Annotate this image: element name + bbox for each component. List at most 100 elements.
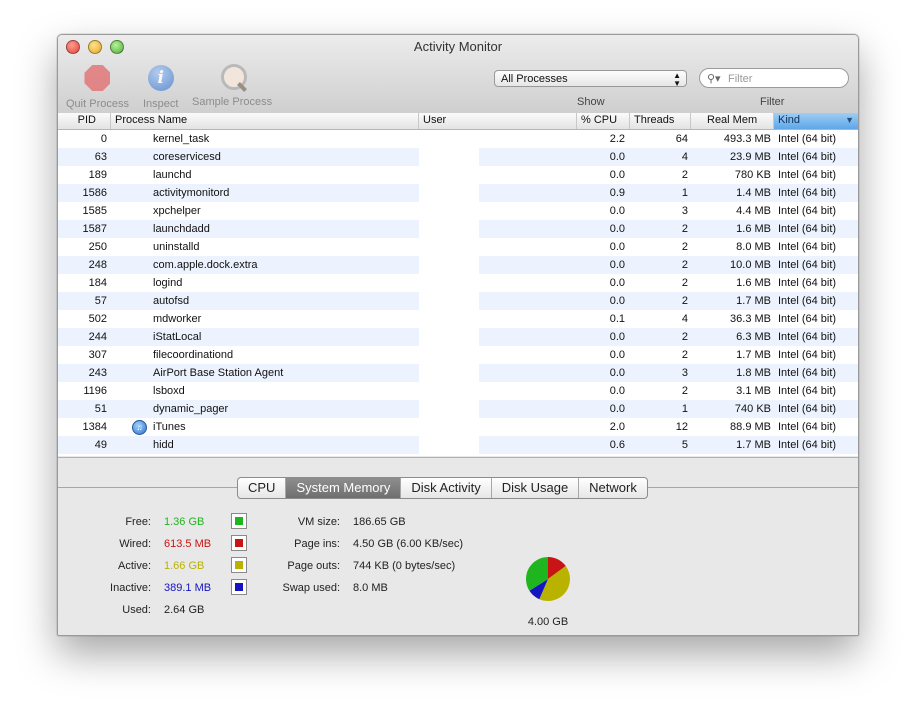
cell-cpu: 0.0: [609, 151, 625, 163]
magnifier-icon: [217, 63, 248, 93]
cell-threads: 12: [675, 421, 688, 433]
cell-user: [423, 292, 573, 310]
show-processes-value: All Processes: [501, 73, 568, 85]
cell-pid: 1587: [82, 223, 107, 235]
process-row[interactable]: 1586 activitymonitord 0.9 1 1.4 MB Intel (64 …: [58, 184, 858, 202]
process-row[interactable]: 1196 lsboxd 0.0 2 3.1 MB Intel (64 bit): [58, 382, 858, 400]
inspect-label: Inspect: [143, 98, 179, 110]
cell-kind: Intel (64 bit): [778, 259, 837, 271]
process-row[interactable]: 57 autofsd 0.0 2 1.7 MB Intel (64 bit): [58, 292, 858, 310]
cell-threads: 2: [681, 169, 688, 181]
column-header-threads[interactable]: Threads: [630, 113, 691, 129]
itunes-icon: ♫: [132, 420, 147, 435]
column-header-cpu[interactable]: % CPU: [577, 113, 630, 129]
tab-disk-activity[interactable]: Disk Activity: [401, 478, 492, 498]
free-label: Free:: [125, 516, 151, 528]
cell-name: iTunes: [153, 421, 186, 433]
column-header-kind[interactable]: Kind ▼: [774, 113, 858, 129]
process-row[interactable]: 502 mdworker 0.1 4 36.3 MB Intel (64 bit): [58, 310, 858, 328]
cell-mem: 1.4 MB: [736, 187, 771, 199]
cell-name: logind: [153, 277, 183, 289]
process-row[interactable]: 243 AirPort Base Station Agent 0.0 3 1.8 MB I…: [58, 364, 858, 382]
cell-name: filecoordinationd: [153, 349, 234, 361]
process-row[interactable]: 0 kernel_task 2.2 64 493.3 MB Intel (64 bit): [58, 130, 858, 148]
detail-tabs: CPU System Memory Disk Activity Disk Usage N…: [237, 477, 648, 499]
active-label: Active:: [117, 560, 151, 572]
cell-kind: Intel (64 bit): [778, 169, 837, 181]
cell-mem: 1.7 MB: [736, 439, 771, 451]
cell-threads: 2: [681, 223, 688, 235]
cell-mem: 3.1 MB: [736, 385, 771, 397]
cell-pid: 189: [88, 169, 107, 181]
cell-user: [423, 166, 573, 184]
process-row[interactable]: 184 logind 0.0 2 1.6 MB Intel (64 bit): [58, 274, 858, 292]
cell-user: [423, 256, 573, 274]
tab-network[interactable]: Network: [579, 478, 647, 498]
tab-disk-usage[interactable]: Disk Usage: [492, 478, 580, 498]
cell-cpu: 0.0: [609, 385, 625, 397]
tab-system-memory[interactable]: System Memory: [286, 478, 402, 498]
tab-cpu[interactable]: CPU: [238, 478, 287, 498]
quit-process-button[interactable]: Quit Process: [66, 63, 129, 110]
cell-kind: Intel (64 bit): [778, 385, 837, 397]
sample-process-button[interactable]: Sample Process: [192, 63, 272, 108]
cell-pid: 57: [94, 295, 107, 307]
cell-pid: 248: [88, 259, 107, 271]
cell-user: [423, 130, 573, 148]
process-row[interactable]: 1587 launchdadd 0.0 2 1.6 MB Intel (64 bit): [58, 220, 858, 238]
cell-cpu: 2.0: [609, 421, 625, 433]
cell-mem: 1.8 MB: [736, 367, 771, 379]
column-header-pid[interactable]: PID: [58, 113, 111, 129]
cell-threads: 2: [681, 295, 688, 307]
cell-cpu: 2.2: [609, 133, 625, 145]
filter-input[interactable]: [726, 70, 840, 87]
cell-threads: 1: [681, 187, 688, 199]
show-processes-popup[interactable]: All Processes ▲ ▼: [494, 70, 687, 88]
cell-threads: 3: [681, 367, 688, 379]
cell-mem: 1.7 MB: [736, 295, 771, 307]
cell-cpu: 0.0: [609, 241, 625, 253]
cell-user: [423, 328, 573, 346]
cell-cpu: 0.0: [609, 259, 625, 271]
cell-name: coreservicesd: [153, 151, 221, 163]
swap-used-value: 8.0 MB: [353, 582, 388, 594]
column-header-kind-label: Kind: [778, 114, 801, 126]
cell-name: iStatLocal: [153, 331, 202, 343]
cell-user: [423, 310, 573, 328]
process-row[interactable]: 250 uninstalld 0.0 2 8.0 MB Intel (64 bit): [58, 238, 858, 256]
filter-search-field[interactable]: ⚲▾: [699, 68, 849, 88]
cell-user: [423, 238, 573, 256]
cell-threads: 2: [681, 277, 688, 289]
process-row[interactable]: 49 hidd 0.6 5 1.7 MB Intel (64 bit): [58, 436, 858, 454]
cell-pid: 243: [88, 367, 107, 379]
cell-pid: 1196: [83, 385, 107, 397]
process-row[interactable]: 189 launchd 0.0 2 780 KB Intel (64 bit): [58, 166, 858, 184]
process-row[interactable]: 307 filecoordinationd 0.0 2 1.7 MB Intel (64 …: [58, 346, 858, 364]
activity-monitor-window: Activity Monitor Quit Process i Inspect …: [57, 34, 859, 636]
detail-panel: CPU System Memory Disk Activity Disk Usage N…: [58, 457, 858, 635]
process-row[interactable]: 244 iStatLocal 0.0 2 6.3 MB Intel (64 bit): [58, 328, 858, 346]
cell-user: [423, 202, 573, 220]
process-row[interactable]: 248 com.apple.dock.extra 0.0 2 10.0 MB Intel …: [58, 256, 858, 274]
inspect-button[interactable]: i Inspect: [143, 63, 178, 110]
cell-user: [423, 184, 573, 202]
cell-pid: 1586: [82, 187, 107, 199]
column-header-real-mem[interactable]: Real Mem: [691, 113, 774, 129]
show-label: Show: [577, 96, 605, 108]
process-row[interactable]: 51 dynamic_pager 0.0 1 740 KB Intel (64 bit): [58, 400, 858, 418]
cell-kind: Intel (64 bit): [778, 205, 837, 217]
process-list: 0 kernel_task 2.2 64 493.3 MB Intel (64 bit) 6…: [58, 130, 858, 456]
cell-name: hidd: [153, 439, 174, 451]
cell-cpu: 0.0: [609, 205, 625, 217]
process-row[interactable]: 1585 xpchelper 0.0 3 4.4 MB Intel (64 bit): [58, 202, 858, 220]
cell-kind: Intel (64 bit): [778, 313, 837, 325]
cell-mem: 8.0 MB: [736, 241, 771, 253]
column-header-process-name[interactable]: Process Name: [111, 113, 419, 129]
cell-kind: Intel (64 bit): [778, 349, 837, 361]
cell-user: [423, 274, 573, 292]
cell-name: launchd: [153, 169, 192, 181]
process-row[interactable]: ♫ 1384 iTunes 2.0 12 88.9 MB Intel (64 bit): [58, 418, 858, 436]
page-ins-label: Page ins:: [294, 538, 340, 550]
column-header-user[interactable]: User: [419, 113, 577, 129]
process-row[interactable]: 63 coreservicesd 0.0 4 23.9 MB Intel (64 bit): [58, 148, 858, 166]
